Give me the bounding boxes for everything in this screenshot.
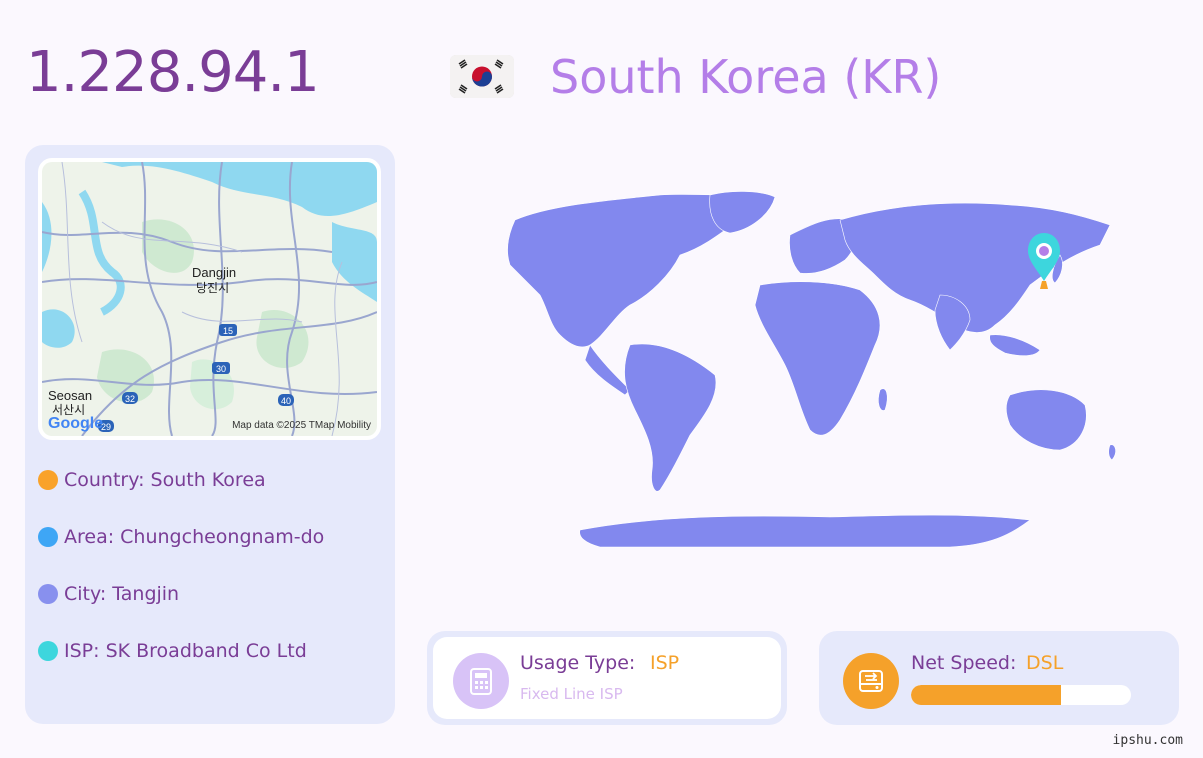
south-korea-flag-icon bbox=[450, 55, 514, 98]
route-40-label: 40 bbox=[281, 396, 291, 406]
country-title: South Korea (KR) bbox=[550, 50, 942, 104]
net-speed-label: Net Speed: bbox=[911, 652, 1017, 674]
route-30-label: 30 bbox=[216, 364, 226, 374]
location-card: Dangjin 당진시 Seosan 서산시 15 30 32 40 29 Go… bbox=[25, 145, 395, 724]
info-isp: ISP: SK Broadband Co Ltd bbox=[38, 640, 307, 662]
location-map[interactable]: Dangjin 당진시 Seosan 서산시 15 30 32 40 29 Go… bbox=[38, 158, 381, 440]
map-label-dangjin: Dangjin bbox=[192, 265, 236, 280]
net-speed-value: DSL bbox=[1026, 652, 1064, 674]
ip-address-title: 1.228.94.1 bbox=[26, 40, 320, 105]
route-15-label: 15 bbox=[223, 326, 233, 336]
world-map bbox=[507, 191, 1116, 548]
info-city-text: City: Tangjin bbox=[64, 583, 180, 605]
fax-phone-icon bbox=[453, 653, 509, 709]
net-speed-progress-fill bbox=[911, 685, 1061, 705]
route-32-label: 32 bbox=[125, 394, 135, 404]
info-country: Country: South Korea bbox=[38, 469, 266, 491]
usage-type-label: Usage Type: bbox=[520, 652, 636, 674]
info-area-text: Area: Chungcheongnam-do bbox=[64, 526, 325, 548]
isp-dot-icon bbox=[38, 641, 58, 661]
google-logo: Google bbox=[48, 415, 104, 432]
info-area: Area: Chungcheongnam-do bbox=[38, 526, 324, 548]
map-label-dangjin-ko: 당진시 bbox=[196, 281, 229, 295]
network-drive-icon bbox=[843, 653, 899, 709]
map-label-seosan: Seosan bbox=[48, 388, 92, 403]
usage-type-sub: Fixed Line ISP bbox=[520, 685, 623, 703]
usage-type-card: Usage Type: ISP Fixed Line ISP bbox=[427, 631, 787, 725]
city-dot-icon bbox=[38, 584, 58, 604]
info-city: City: Tangjin bbox=[38, 583, 179, 605]
net-speed-card: Net Speed: DSL bbox=[819, 631, 1179, 725]
area-dot-icon bbox=[38, 527, 58, 547]
info-country-text: Country: South Korea bbox=[64, 469, 266, 491]
net-speed-progress bbox=[911, 685, 1131, 705]
country-dot-icon bbox=[38, 470, 58, 490]
site-footer[interactable]: ipshu.com bbox=[1113, 733, 1183, 748]
usage-type-value: ISP bbox=[650, 652, 680, 674]
map-copyright: Map data ©2025 TMap Mobility bbox=[232, 420, 371, 431]
info-isp-text: ISP: SK Broadband Co Ltd bbox=[64, 640, 307, 662]
